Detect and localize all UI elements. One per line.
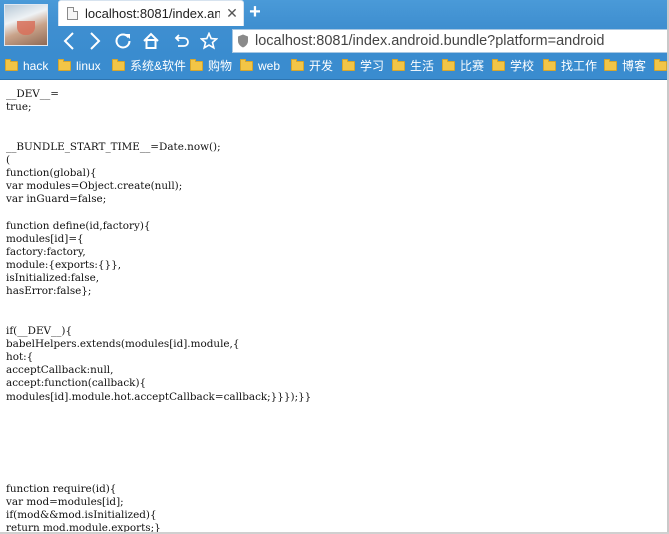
bundle-source-text: __DEV__= true; __BUNDLE_START_TIME__=Dat… xyxy=(6,88,312,534)
back-icon[interactable] xyxy=(58,30,80,52)
folder-icon xyxy=(543,59,556,71)
bookmark-folder-study[interactable]: 学习 xyxy=(342,58,384,74)
url-text: localhost:8081/index.android.bundle?plat… xyxy=(255,33,605,49)
shield-icon xyxy=(237,34,249,48)
bookmark-folder-system-software[interactable]: 系统&软件 xyxy=(112,58,186,74)
folder-icon xyxy=(492,59,505,71)
bookmark-folder-contest[interactable]: 比赛 xyxy=(442,58,484,74)
folder-icon xyxy=(240,59,253,71)
page-icon xyxy=(67,7,78,20)
tab-active[interactable]: localhost:8081/index.andr ✕ xyxy=(58,0,244,26)
bookmark-folder-life[interactable]: 生活 xyxy=(392,58,434,74)
folder-icon xyxy=(392,59,405,71)
bookmark-folder-hack[interactable]: hack xyxy=(5,58,48,74)
folder-icon xyxy=(58,59,71,71)
bookmark-folder-school[interactable]: 学校 xyxy=(492,58,534,74)
bookmark-folder-job[interactable]: 找工作 xyxy=(543,58,597,74)
bookmark-folder-dev[interactable]: 开发 xyxy=(291,58,333,74)
page-content: __DEV__= true; __BUNDLE_START_TIME__=Dat… xyxy=(0,80,669,534)
folder-icon xyxy=(654,59,667,71)
browser-chrome: localhost:8081/index.andr ✕ + localhost:… xyxy=(0,0,669,80)
folder-icon xyxy=(342,59,355,71)
undo-icon[interactable] xyxy=(170,30,192,52)
home-icon[interactable] xyxy=(140,30,162,52)
bookmarks-bar: hack linux 系统&软件 购物 web 开发 学习 生活 比赛 学校 找… xyxy=(0,55,669,77)
folder-icon xyxy=(291,59,304,71)
close-icon[interactable]: ✕ xyxy=(225,5,239,21)
new-tab-button[interactable]: + xyxy=(246,2,264,22)
address-bar[interactable]: localhost:8081/index.android.bundle?plat… xyxy=(232,29,669,53)
folder-icon xyxy=(190,59,203,71)
bookmark-folder-blog[interactable]: 博客 xyxy=(604,58,646,74)
reload-icon[interactable] xyxy=(112,30,134,52)
profile-thumbnail[interactable] xyxy=(4,4,48,46)
bookmark-folder-linux[interactable]: linux xyxy=(58,58,101,74)
star-icon[interactable] xyxy=(198,30,220,52)
folder-icon xyxy=(604,59,617,71)
bookmark-folder-web[interactable]: web xyxy=(240,58,280,74)
forward-icon[interactable] xyxy=(84,30,106,52)
folder-icon xyxy=(5,59,18,71)
folder-icon xyxy=(442,59,455,71)
bookmark-folder-shopping[interactable]: 购物 xyxy=(190,58,232,74)
tab-title: localhost:8081/index.andr xyxy=(85,6,220,21)
folder-icon xyxy=(112,59,125,71)
